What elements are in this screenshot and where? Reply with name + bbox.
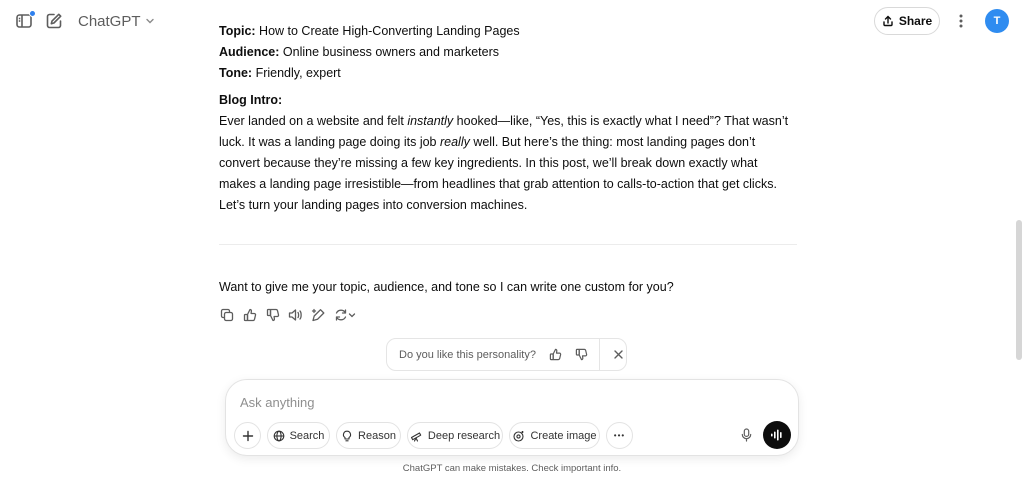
- bad-response-button[interactable]: [264, 307, 281, 324]
- regenerate-button[interactable]: [333, 307, 357, 324]
- read-aloud-icon: [288, 309, 302, 321]
- globe-icon: [273, 430, 284, 441]
- sidebar-toggle-button[interactable]: [14, 10, 36, 31]
- thumbs-down-icon: [575, 348, 588, 361]
- audience-value: Online business owners and marketers: [279, 45, 499, 59]
- personality-feedback: Do you like this personality?: [386, 338, 627, 371]
- audience-line: Audience: Online business owners and mar…: [219, 42, 797, 63]
- read-aloud-button[interactable]: [287, 307, 304, 324]
- chevron-down-icon: [145, 18, 154, 24]
- conversation-options-button[interactable]: [951, 11, 971, 31]
- close-feedback-button[interactable]: [610, 346, 626, 363]
- reason-label: Reason: [358, 429, 396, 442]
- intro-part-1: Ever landed on a website and felt: [219, 114, 408, 128]
- deep-research-label: Deep research: [427, 429, 501, 442]
- personality-dislike-button[interactable]: [574, 346, 590, 363]
- dictate-button[interactable]: [735, 424, 757, 446]
- lightbulb-icon: [342, 430, 352, 441]
- thumbs-up-icon: [243, 308, 256, 322]
- deep-research-button[interactable]: Deep research: [407, 422, 503, 449]
- model-picker[interactable]: ChatGPT: [74, 10, 159, 32]
- edit-in-canvas-icon: [311, 308, 325, 322]
- more-vertical-icon: [959, 14, 963, 28]
- create-image-button[interactable]: Create image: [509, 422, 600, 449]
- voice-waveform-icon: [771, 429, 782, 441]
- add-attachment-button[interactable]: [234, 422, 261, 449]
- thumbs-up-icon: [550, 348, 562, 361]
- tone-line: Tone: Friendly, expert: [219, 63, 797, 84]
- voice-mode-button[interactable]: [763, 421, 791, 449]
- more-horizontal-icon: •••: [613, 431, 626, 440]
- blog-intro-text: Ever landed on a website and felt instan…: [219, 111, 797, 216]
- create-image-label: Create image: [530, 429, 597, 442]
- blog-intro-label: Blog Intro:: [219, 93, 283, 107]
- avatar[interactable]: T: [985, 9, 1009, 33]
- share-button[interactable]: Share: [874, 7, 940, 35]
- edit-in-canvas-button[interactable]: [310, 307, 327, 324]
- image-sparkle-icon: [513, 430, 525, 442]
- good-response-button[interactable]: [241, 307, 258, 324]
- new-chat-button[interactable]: [44, 11, 64, 31]
- share-label: Share: [898, 14, 933, 28]
- chevron-down-icon: [348, 313, 356, 318]
- plus-icon: [242, 430, 253, 441]
- intro-emphasis-1: instantly: [407, 114, 454, 128]
- audience-label: Audience:: [219, 45, 280, 59]
- personality-like-button[interactable]: [548, 346, 564, 363]
- assistant-message: Topic: How to Create High-Converting Lan…: [219, 21, 797, 216]
- followup-question: Want to give me your topic, audience, an…: [219, 280, 674, 294]
- thumbs-down-icon: [266, 308, 279, 322]
- close-icon: [613, 350, 623, 359]
- telescope-icon: [410, 431, 422, 442]
- tone-value: Friendly, expert: [252, 66, 341, 80]
- regenerate-icon: [335, 309, 347, 321]
- edit-icon: [46, 13, 62, 29]
- reason-button[interactable]: Reason: [336, 422, 401, 449]
- copy-button[interactable]: [218, 307, 235, 324]
- section-divider: [219, 244, 797, 245]
- topic-line: Topic: How to Create High-Converting Lan…: [219, 21, 797, 42]
- search-label: Search: [289, 429, 325, 442]
- tone-label: Tone:: [219, 66, 253, 80]
- share-icon: [883, 15, 893, 27]
- composer: Search Reason Deep research Create image…: [225, 379, 799, 456]
- copy-icon: [220, 308, 233, 322]
- topic-value: How to Create High-Converting Landing Pa…: [255, 24, 520, 38]
- microphone-icon: [741, 428, 751, 442]
- search-button[interactable]: Search: [267, 422, 330, 449]
- divider: [599, 338, 601, 371]
- topic-label: Topic:: [219, 24, 256, 38]
- notification-dot: [29, 10, 36, 17]
- scrollbar-thumb[interactable]: [1016, 220, 1022, 360]
- model-name: ChatGPT: [78, 12, 141, 30]
- intro-emphasis-2: really: [439, 135, 470, 149]
- message-actions: [218, 306, 357, 324]
- personality-question: Do you like this personality?: [399, 348, 536, 361]
- prompt-input[interactable]: [240, 392, 780, 412]
- more-tools-button[interactable]: •••: [606, 422, 633, 449]
- disclaimer: ChatGPT can make mistakes. Check importa…: [402, 463, 622, 474]
